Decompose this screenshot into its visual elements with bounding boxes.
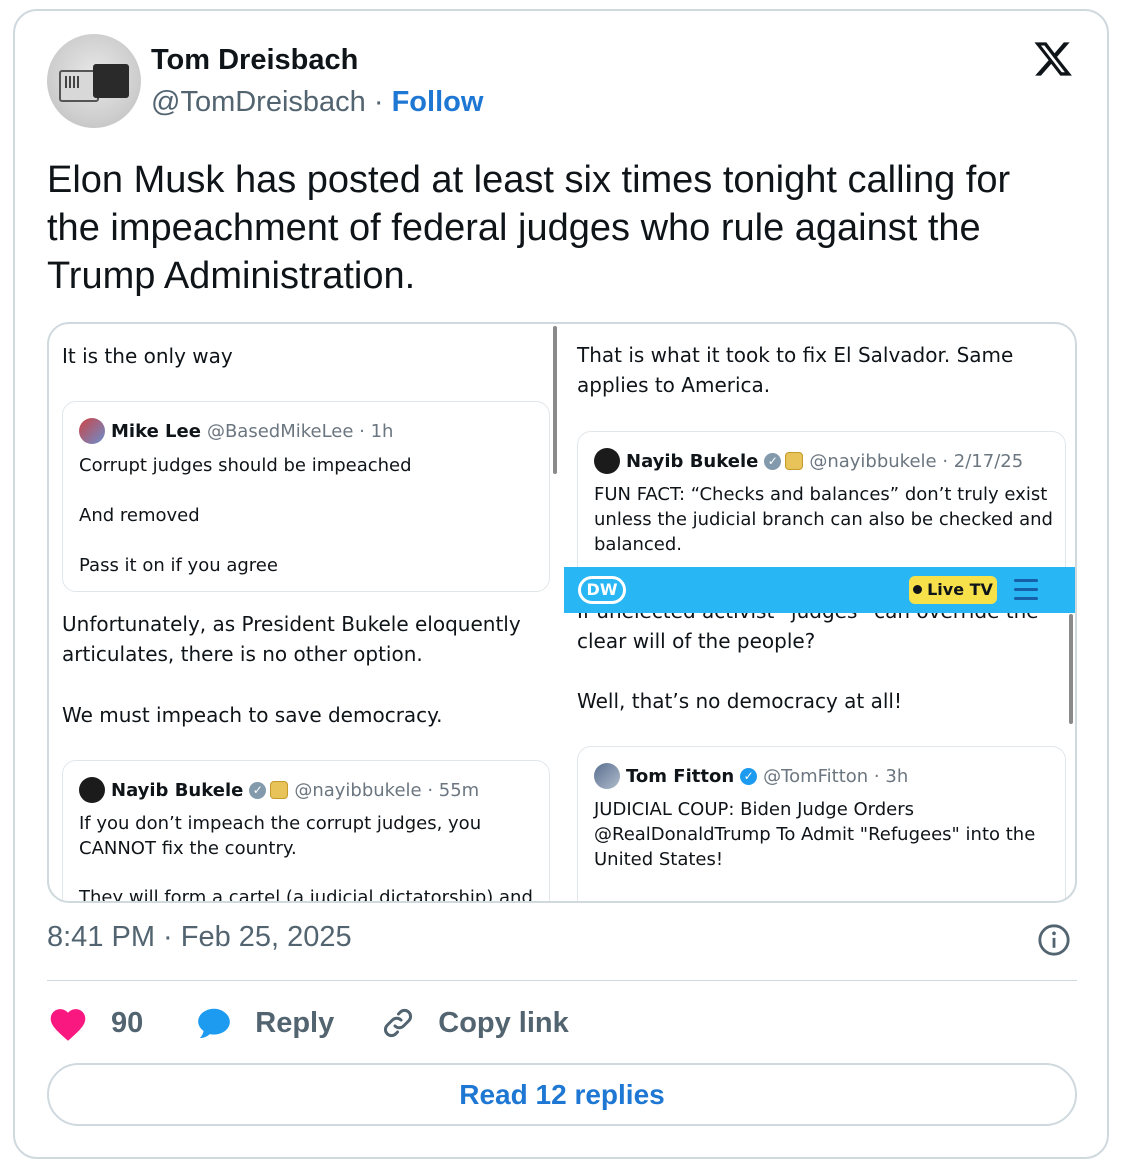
author-name[interactable]: Tom Dreisbach (151, 44, 358, 77)
quote-line: Pass it on if you agree (79, 555, 278, 576)
quote-author-handle: @nayibbukele · 2/17/25 (809, 450, 1024, 472)
tweet-text: Elon Musk has posted at least six times … (47, 159, 1011, 297)
verified-badge-icon: ✓ (764, 452, 782, 470)
x-logo-icon[interactable] (1030, 38, 1076, 80)
reply-button[interactable]: Reply (195, 1004, 334, 1042)
quote-header: Mike Lee @BasedMikeLee · 1h (79, 418, 393, 444)
avatar-device-grid (65, 76, 81, 88)
right-post1-line: applies to America. (577, 373, 771, 397)
quote-author-name: Tom Fitton (626, 765, 735, 787)
quote-card-tom-fitton: Tom Fitton ✓ @TomFitton · 3h JUDICIAL CO… (577, 746, 1066, 901)
quote-line: unless the judicial branch can also be c… (594, 509, 1053, 530)
verified-badge-icon: ✓ (249, 781, 267, 799)
quote-author-name: Mike Lee (111, 420, 201, 442)
author-handle[interactable]: @TomDreisbach (151, 86, 366, 118)
quote-line: JUDICIAL COUP: Biden Judge Orders (594, 799, 915, 820)
verified-badge-icon: ✓ (740, 767, 758, 785)
copy-link-button[interactable]: Copy link (380, 1005, 569, 1041)
quote-author-handle: @nayibbukele · 55m (294, 779, 480, 801)
author-handle-line: @TomDreisbach · Follow (151, 86, 483, 119)
reply-label: Reply (255, 1006, 335, 1039)
bukele-avatar (594, 448, 620, 474)
live-tv-badge: Live TV (909, 576, 997, 604)
link-icon (384, 1009, 413, 1037)
avatar-device-right (93, 64, 129, 98)
heart-icon (50, 1009, 86, 1041)
right-post1-line: That is what it took to fix El Salvador.… (577, 343, 1014, 367)
copy-link-label: Copy link (438, 1006, 569, 1039)
handle-separator: · (373, 86, 384, 118)
live-dot-icon (913, 585, 923, 594)
dw-logo: DW (578, 576, 626, 604)
right-post2-line: Well, that’s no democracy at all! (577, 689, 902, 713)
quote-card-bukele-right: Nayib Bukele ✓ @nayibbukele · 2/17/25 FU… (577, 431, 1066, 581)
quote-line: And removed (79, 505, 200, 526)
left-post2-line: articulates, there is no other option. (62, 642, 423, 666)
quote-line: If you don’t impeach the corrupt judges,… (79, 813, 482, 834)
clipped-line: If unelected activist “judges” can overr… (564, 613, 1075, 623)
quote-line: balanced. (594, 534, 683, 555)
tom-fitton-avatar (594, 763, 620, 789)
media-left-column: It is the only way Mike Lee @BasedMikeLe… (49, 324, 555, 901)
quote-author-name: Nayib Bukele (626, 450, 759, 472)
left-post1-text: It is the only way (62, 344, 233, 368)
quote-author-name: Nayib Bukele (111, 779, 244, 801)
like-button[interactable]: 90 (47, 1004, 143, 1042)
right-post2-line: clear will of the people? (577, 629, 816, 653)
quote-line: @RealDonaldTrump To Admit "Refugees" int… (594, 824, 1036, 845)
quote-header: Nayib Bukele ✓ @nayibbukele · 55m (79, 777, 479, 803)
quote-line: CANNOT fix the country. (79, 838, 297, 859)
tweet-actions: 90 Reply Copy link (47, 1001, 569, 1045)
media-right-column: That is what it took to fix El Salvador.… (564, 324, 1075, 901)
left-post2-line: Unfortunately, as President Bukele eloqu… (62, 612, 521, 636)
quote-card-bukele-left: Nayib Bukele ✓ @nayibbukele · 55m If you… (62, 760, 550, 901)
bukele-avatar (79, 777, 105, 803)
reply-bubble-icon (198, 1008, 231, 1039)
author-avatar[interactable] (47, 34, 141, 128)
quote-card-mike-lee: Mike Lee @BasedMikeLee · 1h Corrupt judg… (62, 401, 550, 592)
tweet-media-image[interactable]: It is the only way Mike Lee @BasedMikeLe… (47, 322, 1077, 903)
affiliate-badge-icon (270, 781, 289, 799)
right-scrollbar (1069, 614, 1073, 724)
mike-lee-avatar (79, 418, 105, 444)
follow-link[interactable]: Follow (392, 86, 484, 118)
hamburger-menu-icon (1014, 579, 1038, 601)
quote-line: Corrupt judges should be impeached (79, 455, 412, 476)
quote-header: Nayib Bukele ✓ @nayibbukele · 2/17/25 (594, 448, 1023, 474)
info-icon[interactable] (1037, 923, 1071, 957)
left-post2-line: We must impeach to save democracy. (62, 703, 443, 727)
read-replies-button[interactable]: Read 12 replies (47, 1063, 1077, 1126)
quote-line: They will form a cartel (a judicial dict… (79, 887, 533, 901)
quote-line: FUN FACT: “Checks and balances” don’t tr… (594, 484, 1048, 505)
tweet-timestamp[interactable]: 8:41 PM · Feb 25, 2025 (47, 921, 352, 954)
left-scrollbar (553, 326, 557, 474)
affiliate-badge-icon (785, 452, 804, 470)
quote-author-handle: @TomFitton · 3h (763, 765, 909, 787)
live-tv-label: Live TV (927, 580, 993, 599)
clipped-text: If unelected activist “judges” can overr… (577, 613, 1039, 623)
quote-header: Tom Fitton ✓ @TomFitton · 3h (594, 763, 908, 789)
like-count: 90 (111, 1006, 144, 1039)
divider-line (47, 980, 1077, 981)
dw-banner: DW Live TV (564, 567, 1075, 613)
quote-line: United States! (594, 849, 724, 870)
quote-author-handle: @BasedMikeLee · 1h (206, 420, 394, 442)
